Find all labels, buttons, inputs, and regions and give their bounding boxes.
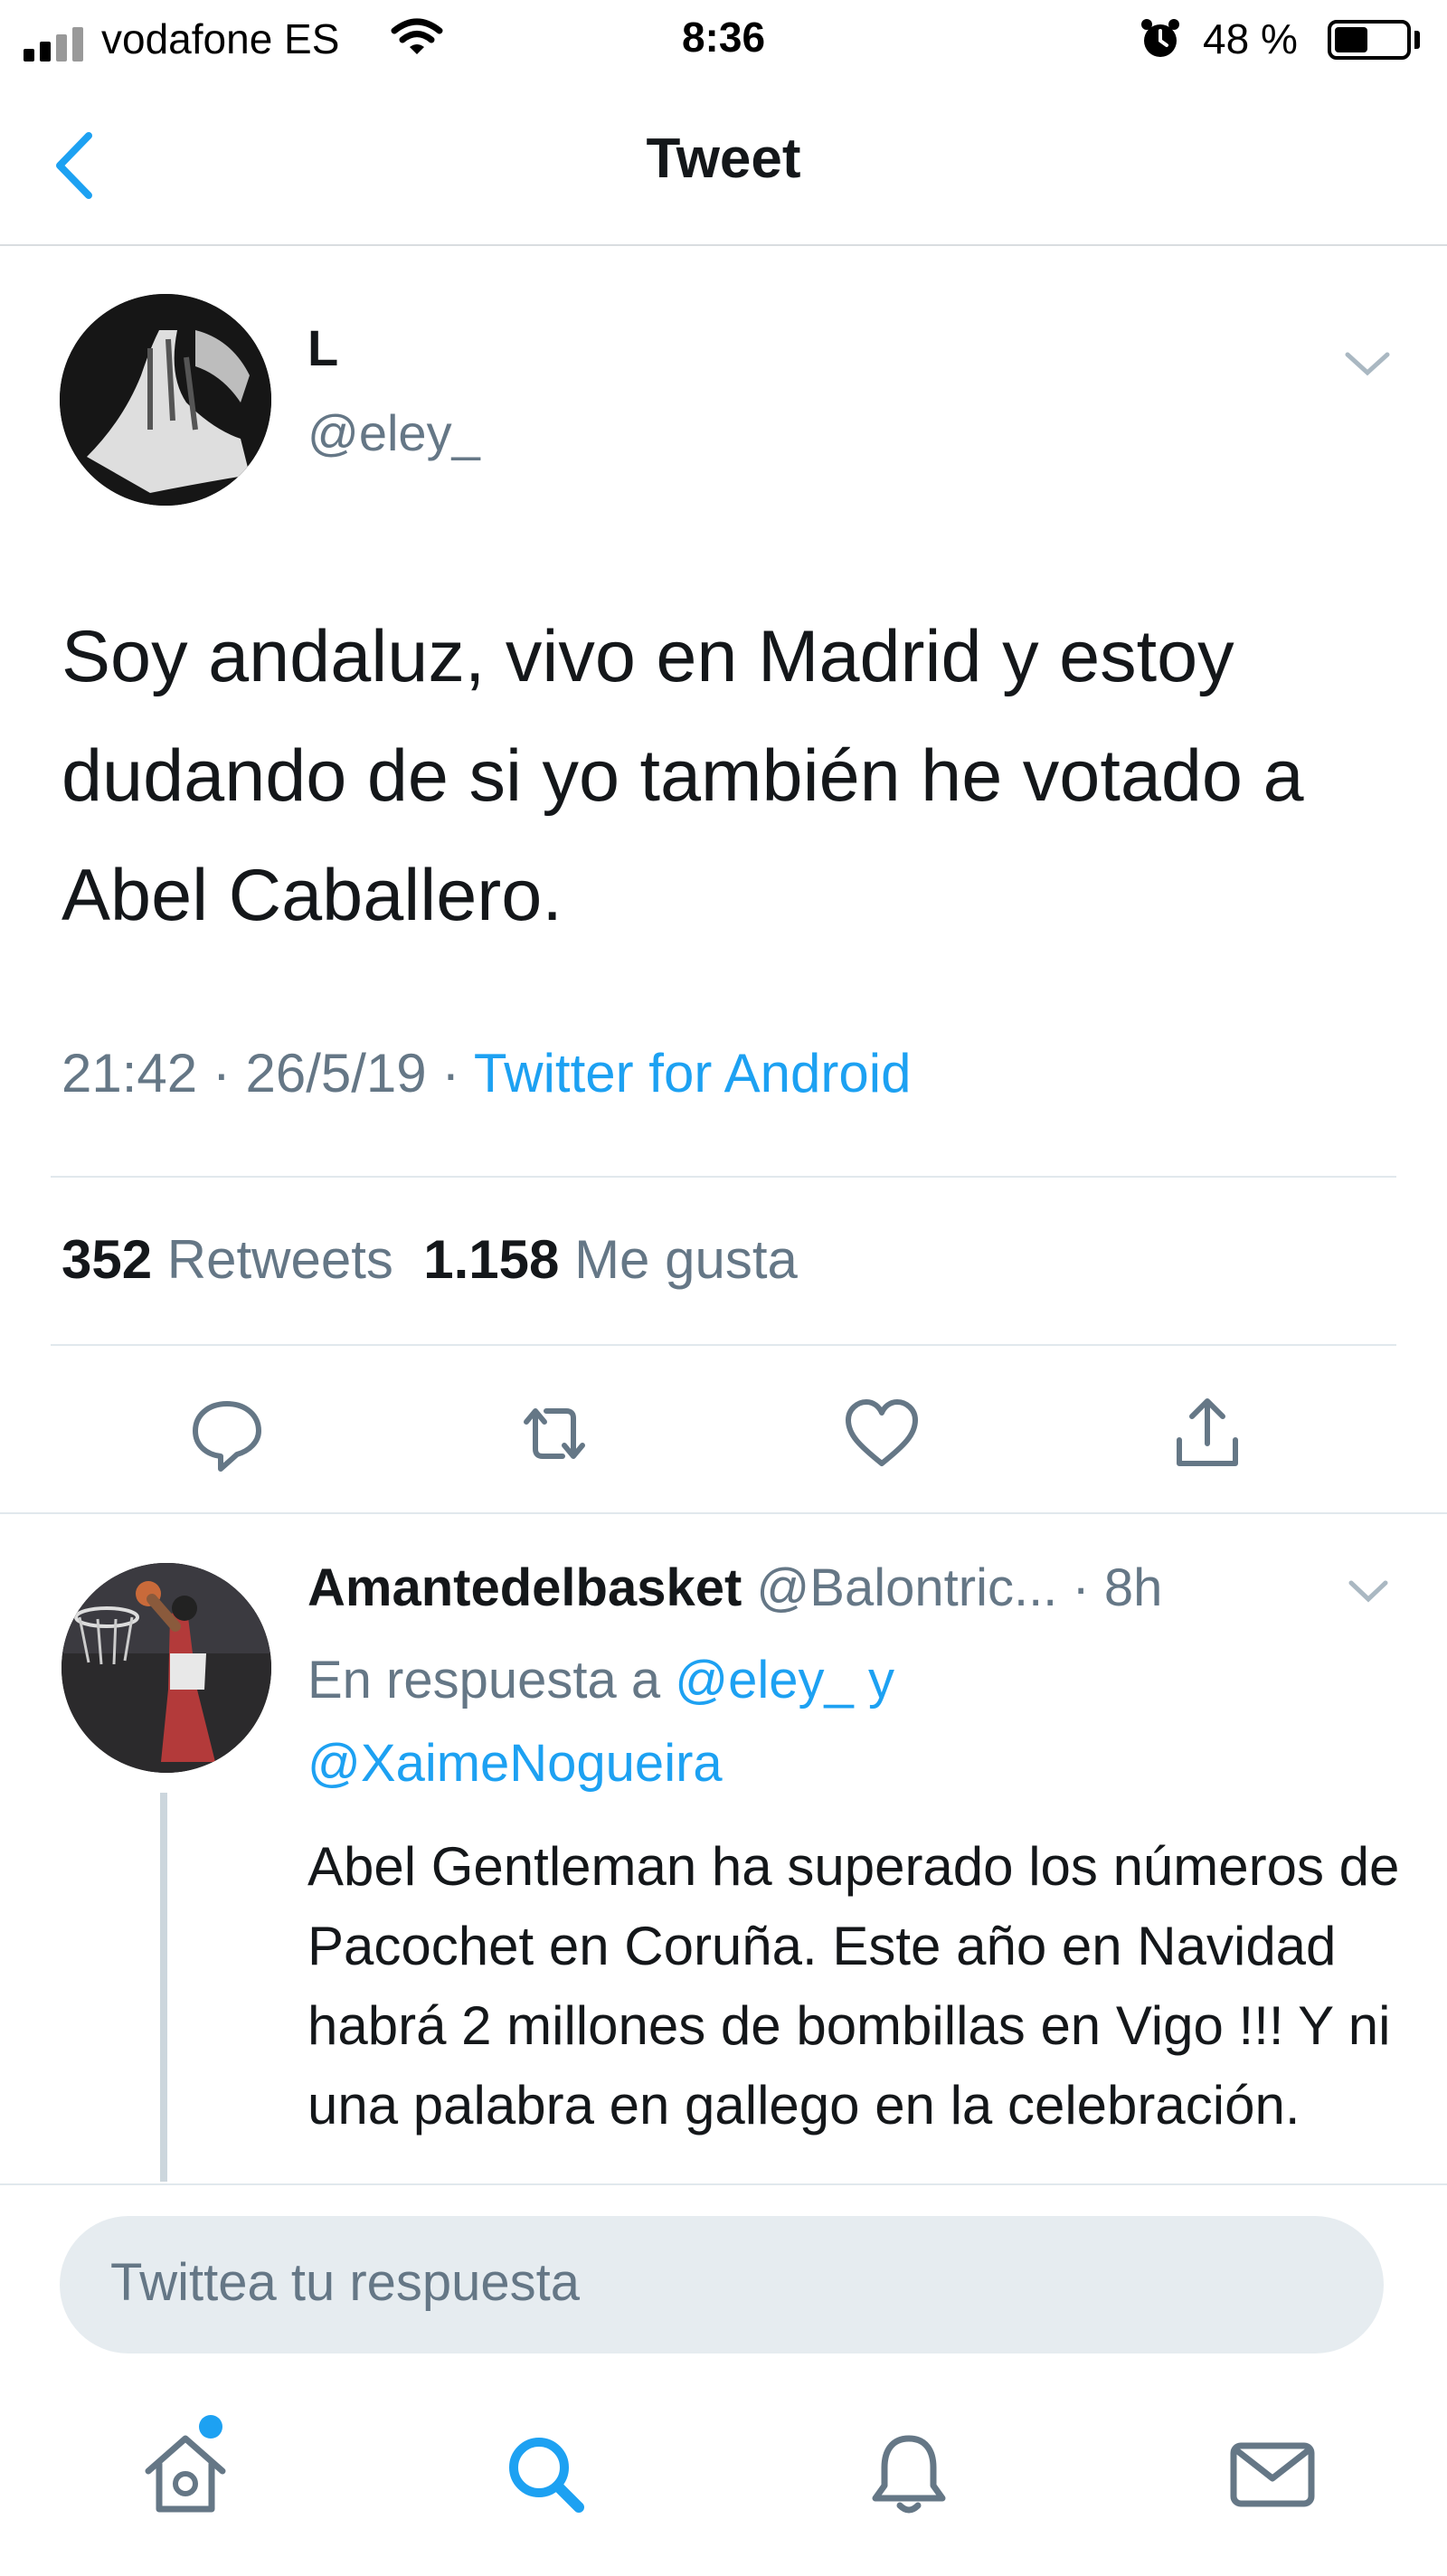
reply-icon[interactable] xyxy=(186,1393,268,1474)
battery-icon xyxy=(1328,20,1411,60)
battery-fill xyxy=(1335,27,1368,52)
tweet-meta: 21:42 · 26/5/19 · Twitter for Android xyxy=(61,1042,911,1104)
tweet-stats: 352 Retweets 1.158 Me gusta xyxy=(61,1228,798,1291)
caret-down-icon[interactable] xyxy=(1346,1576,1391,1606)
divider xyxy=(0,1512,1447,1514)
alarm-icon xyxy=(1141,19,1179,57)
likes-count[interactable]: 1.158 xyxy=(423,1229,559,1290)
tweet-date: 26/5/19 xyxy=(245,1043,427,1103)
messages-icon[interactable] xyxy=(1223,2424,1322,2524)
tweet-time: 21:42 xyxy=(61,1043,198,1103)
display-name[interactable]: L xyxy=(307,318,338,377)
avatar-image xyxy=(60,294,271,506)
reply-avatar-image xyxy=(61,1563,271,1773)
battery-tip xyxy=(1414,31,1420,49)
home-notification-dot xyxy=(199,2415,222,2439)
like-icon[interactable] xyxy=(841,1393,922,1474)
mention-link[interactable]: @eley_ xyxy=(675,1651,854,1709)
notifications-icon[interactable] xyxy=(859,2424,959,2524)
compose-placeholder: Twittea tu respuesta xyxy=(110,2253,581,2312)
reply-header: Amantedelbasket @Balontric... · 8h xyxy=(307,1558,1162,1618)
status-bar: vodafone ES 8:36 48 % xyxy=(0,0,1447,81)
divider xyxy=(51,1344,1396,1346)
share-icon[interactable] xyxy=(1167,1393,1248,1474)
avatar[interactable] xyxy=(60,294,271,506)
tweet-text: Soy andaluz, vivo en Madrid y estoy duda… xyxy=(61,616,1304,936)
meta-separator: · xyxy=(441,1043,460,1103)
search-icon[interactable] xyxy=(496,2424,595,2524)
retweets-label[interactable]: Retweets xyxy=(167,1229,393,1290)
likes-label[interactable]: Me gusta xyxy=(574,1229,798,1290)
caret-down-icon[interactable] xyxy=(1340,346,1395,382)
battery-percent: 48 % xyxy=(1203,15,1298,62)
divider xyxy=(51,1176,1396,1178)
in-reply-to: En respuesta a @eley_ y @XaimeNogueira xyxy=(307,1639,894,1805)
in-reply-prefix: En respuesta a xyxy=(307,1651,661,1709)
reply-avatar[interactable] xyxy=(61,1563,271,1773)
retweets-count[interactable]: 352 xyxy=(61,1229,152,1290)
reply-text: Abel Gentleman ha superado los números d… xyxy=(307,1836,1400,2136)
thread-line xyxy=(160,1793,167,2182)
handle[interactable]: @eley_ xyxy=(307,403,480,462)
mention-link[interactable]: @XaimeNogueira xyxy=(307,1734,723,1793)
reply-age: · 8h xyxy=(1072,1558,1163,1617)
reply-handle[interactable]: @Balontric... xyxy=(756,1558,1057,1617)
reply-display-name[interactable]: Amantedelbasket xyxy=(307,1558,742,1617)
page-title: Tweet xyxy=(646,128,801,190)
meta-separator: · xyxy=(212,1043,231,1103)
retweet-icon[interactable] xyxy=(514,1393,595,1474)
home-icon[interactable] xyxy=(136,2424,235,2524)
tweet-source-link[interactable]: Twitter for Android xyxy=(474,1043,912,1103)
mention-conjunction: y xyxy=(867,1651,894,1709)
